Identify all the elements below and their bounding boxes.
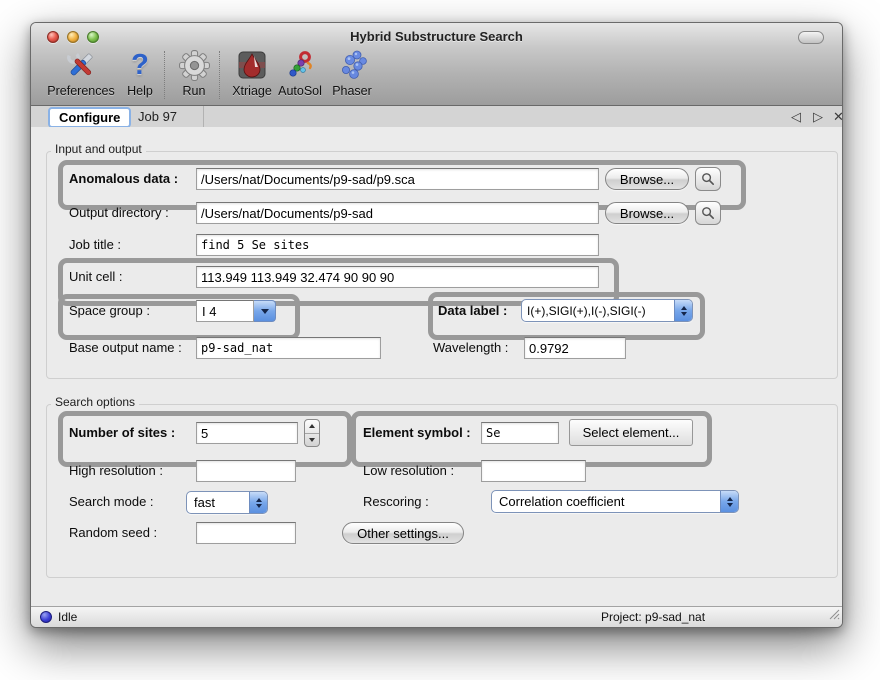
chevron-down-icon (254, 300, 276, 322)
search-options-group-label: Search options (51, 395, 139, 409)
project-label: Project: p9-sad_nat (601, 610, 705, 624)
stepper-down-icon (305, 434, 319, 447)
app-window: Hybrid Substructure Search Preferences ? (30, 22, 843, 628)
tab-configure[interactable]: Configure (48, 107, 131, 128)
anomalous-data-browse-button[interactable]: Browse... (605, 168, 689, 190)
data-label-popup[interactable]: I(+),SIGI(+),I(-),SIGI(-) (521, 299, 693, 322)
tab-next-icon[interactable]: ▷ (813, 109, 823, 125)
output-directory-input[interactable] (196, 202, 599, 224)
rescoring-value: Correlation coefficient (492, 494, 720, 509)
output-directory-browse-button[interactable]: Browse... (605, 202, 689, 224)
rescoring-label: Rescoring : (363, 494, 429, 509)
toolbar-phaser-button[interactable]: Phaser (324, 47, 380, 103)
anomalous-data-input[interactable] (196, 168, 599, 190)
other-settings-button[interactable]: Other settings... (342, 522, 464, 544)
anomalous-data-search-button[interactable] (695, 167, 721, 191)
wavelength-input[interactable] (524, 337, 626, 359)
search-icon (701, 206, 715, 220)
toolbar-run-button[interactable]: Run (169, 47, 219, 103)
up-down-arrows-icon (720, 491, 738, 512)
toolbar-help-label: Help (127, 84, 153, 98)
random-seed-label: Random seed : (69, 525, 157, 540)
base-output-name-input[interactable] (196, 337, 381, 359)
up-down-arrows-icon (674, 300, 692, 321)
unit-cell-label: Unit cell : (69, 269, 122, 284)
toolbar-autosol-button[interactable]: AutoSol (272, 47, 328, 103)
preferences-tools-icon (64, 47, 98, 83)
desktop: Hybrid Substructure Search Preferences ? (0, 0, 880, 680)
configure-panel: Input and output Search options Anomalou… (31, 127, 843, 608)
number-of-sites-stepper[interactable] (304, 419, 320, 447)
space-group-label: Space group : (69, 303, 150, 318)
window-header: Hybrid Substructure Search Preferences ? (31, 23, 842, 106)
stepper-up-icon (305, 420, 319, 434)
number-of-sites-label: Number of sites : (69, 425, 175, 440)
high-resolution-label: High resolution : (69, 463, 163, 478)
toolbar-preferences-button[interactable]: Preferences (41, 47, 121, 103)
wavelength-label: Wavelength : (433, 340, 508, 355)
unit-cell-input[interactable] (196, 266, 599, 288)
run-gear-icon (178, 47, 211, 83)
select-element-button[interactable]: Select element... (569, 419, 693, 446)
search-icon (701, 172, 715, 186)
toolbar-help-button[interactable]: ? Help (119, 47, 161, 103)
help-question-icon: ? (131, 47, 149, 83)
search-mode-popup[interactable]: fast (186, 491, 268, 514)
low-resolution-input[interactable] (481, 460, 586, 482)
input-output-group-label: Input and output (51, 142, 146, 156)
search-mode-label: Search mode : (69, 494, 154, 509)
space-group-value: I 4 (196, 300, 254, 322)
search-mode-value: fast (187, 495, 249, 510)
tab-prev-icon[interactable]: ◁ (791, 109, 801, 125)
rescoring-popup[interactable]: Correlation coefficient (491, 490, 739, 513)
up-down-arrows-icon (249, 492, 267, 513)
low-resolution-label: Low resolution : (363, 463, 454, 478)
tab-separator (203, 106, 204, 127)
xtriage-drop-icon (236, 47, 268, 83)
element-symbol-input[interactable] (481, 422, 559, 444)
tab-job-97[interactable]: Job 97 (138, 109, 177, 124)
toolbar-separator (164, 51, 165, 99)
tab-bar: Configure Job 97 ◁ ▷ ✕ (31, 106, 842, 127)
job-title-label: Job title : (69, 237, 121, 252)
toolbar-phaser-label: Phaser (332, 84, 372, 98)
window-title: Hybrid Substructure Search (31, 29, 842, 44)
toolbar-toggle-button[interactable] (798, 31, 824, 44)
data-label-label: Data label : (438, 303, 507, 318)
data-label-value: I(+),SIGI(+),I(-),SIGI(-) (522, 304, 674, 318)
high-resolution-input[interactable] (196, 460, 296, 482)
tab-close-icon[interactable]: ✕ (833, 109, 843, 125)
toolbar-run-label: Run (183, 84, 206, 98)
toolbar-xtriage-label: Xtriage (232, 84, 272, 98)
output-directory-search-button[interactable] (695, 201, 721, 225)
output-directory-label: Output directory : (69, 205, 169, 220)
job-title-input[interactable] (196, 234, 599, 256)
random-seed-input[interactable] (196, 522, 296, 544)
space-group-combobox[interactable]: I 4 (196, 300, 276, 322)
resize-grip[interactable] (827, 607, 840, 625)
number-of-sites-input[interactable] (196, 422, 298, 444)
base-output-name-label: Base output name : (69, 340, 182, 355)
toolbar-autosol-label: AutoSol (278, 84, 322, 98)
toolbar-separator (219, 51, 220, 99)
phaser-bubbles-icon (336, 47, 368, 83)
status-text: Idle (58, 610, 77, 624)
anomalous-data-label: Anomalous data : (69, 171, 178, 186)
status-bar: Idle Project: p9-sad_nat (31, 606, 842, 627)
element-symbol-label: Element symbol : (363, 425, 471, 440)
autosol-helix-icon (284, 47, 316, 83)
status-dot-icon (40, 611, 52, 623)
toolbar-preferences-label: Preferences (47, 84, 114, 98)
